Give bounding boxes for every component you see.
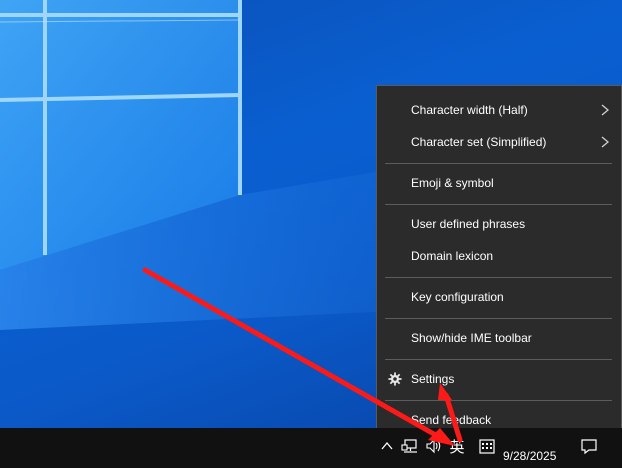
menu-item-label: Character set (Simplified) (411, 135, 547, 149)
menu-item-label: Domain lexicon (411, 249, 494, 263)
menu-separator (385, 359, 612, 360)
menu-separator (385, 204, 612, 205)
desktop: Character width (Half) Character set (Si… (0, 0, 622, 468)
menu-separator (385, 318, 612, 319)
ime-pad-icon[interactable] (478, 437, 496, 455)
chevron-up-icon[interactable] (378, 437, 396, 455)
ime-mode-icon[interactable]: 英 (447, 437, 467, 457)
menu-item-emoji-symbol[interactable]: Emoji & symbol (377, 168, 621, 198)
menu-item-label: Show/hide IME toolbar (411, 331, 532, 345)
menu-item-character-width[interactable]: Character width (Half) (377, 95, 621, 125)
menu-item-label: Emoji & symbol (411, 176, 494, 190)
menu-item-show-hide-ime-toolbar[interactable]: Show/hide IME toolbar (377, 323, 621, 353)
menu-separator (385, 163, 612, 164)
menu-item-label: Character width (Half) (411, 103, 528, 117)
taskbar-date[interactable]: 9/28/2025 (503, 449, 556, 463)
ime-context-menu: Character width (Half) Character set (Si… (376, 85, 622, 445)
chevron-right-icon (601, 104, 610, 116)
volume-icon[interactable] (425, 437, 443, 455)
chevron-right-icon (601, 136, 610, 148)
network-icon[interactable] (401, 437, 419, 455)
menu-item-domain-lexicon[interactable]: Domain lexicon (377, 241, 621, 271)
notification-icon[interactable] (580, 437, 598, 455)
menu-item-key-configuration[interactable]: Key configuration (377, 282, 621, 312)
gear-icon (388, 372, 402, 386)
menu-item-settings[interactable]: Settings (377, 364, 621, 394)
menu-item-character-set[interactable]: Character set (Simplified) (377, 127, 621, 157)
menu-separator (385, 400, 612, 401)
menu-item-user-defined-phrases[interactable]: User defined phrases (377, 209, 621, 239)
menu-separator (385, 277, 612, 278)
menu-item-label: Key configuration (411, 290, 504, 304)
menu-item-label: Settings (411, 372, 455, 386)
menu-item-label: User defined phrases (411, 217, 526, 231)
